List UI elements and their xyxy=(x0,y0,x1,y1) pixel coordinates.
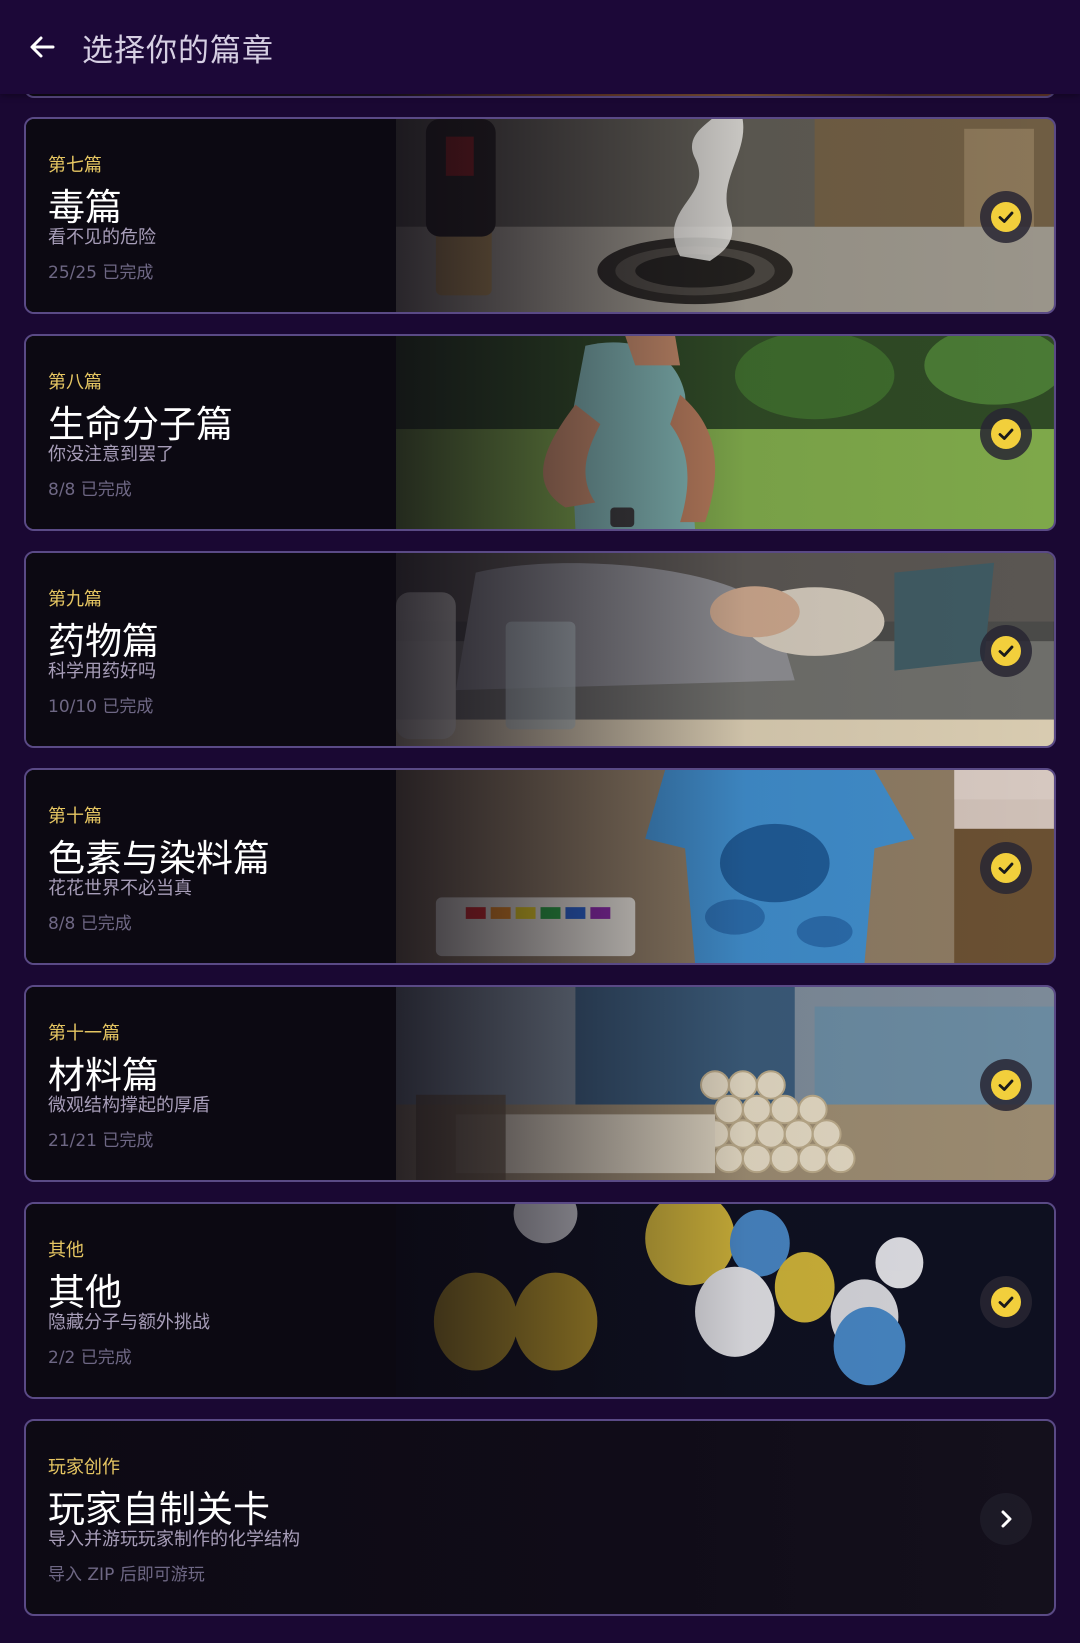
chapter-card-poison[interactable]: 第七篇 毒篇 看不见的危险 25/25 已完成 xyxy=(24,117,1056,314)
chapter-number: 第七篇 xyxy=(48,155,102,176)
card-gradient xyxy=(26,553,1054,746)
chapter-card-other[interactable]: 其他 其他 隐藏分子与额外挑战 2/2 已完成 xyxy=(24,1202,1056,1399)
completed-badge xyxy=(980,625,1032,677)
chapter-progress: 8/8 已完成 xyxy=(48,914,132,934)
chapter-progress: 21/21 已完成 xyxy=(48,1131,154,1151)
chapter-progress: 2/2 已完成 xyxy=(48,1348,132,1368)
open-chevron[interactable] xyxy=(980,1493,1032,1545)
top-app-bar: 选择你的篇章 xyxy=(0,0,1080,94)
chevron-right-icon xyxy=(1001,1510,1012,1528)
completed-badge xyxy=(980,1276,1032,1328)
chapter-number: 第九篇 xyxy=(48,589,102,610)
chapter-subtitle: 科学用药好吗 xyxy=(48,661,156,682)
chapter-list: 第七篇 毒篇 看不见的危险 25/25 已完成 第八篇 生命分子篇 你没注意到罢… xyxy=(0,0,1080,1643)
chapter-number: 玩家创作 xyxy=(48,1457,120,1478)
completed-badge xyxy=(980,1059,1032,1111)
card-gradient xyxy=(26,987,1054,1180)
arrow-left-icon xyxy=(30,36,55,58)
chapter-subtitle: 看不见的危险 xyxy=(48,227,156,248)
chapter-card-biomolecules[interactable]: 第八篇 生命分子篇 你没注意到罢了 8/8 已完成 xyxy=(24,334,1056,531)
card-gradient xyxy=(26,1204,1054,1397)
chapter-progress: 导入 ZIP 后即可游玩 xyxy=(48,1565,205,1585)
chapter-progress: 10/10 已完成 xyxy=(48,697,154,717)
chapter-card-materials[interactable]: 第十一篇 材料篇 微观结构撑起的厚盾 21/21 已完成 xyxy=(24,985,1056,1182)
chapter-card-dyes[interactable]: 第十篇 色素与染料篇 花花世界不必当真 8/8 已完成 xyxy=(24,768,1056,965)
check-icon xyxy=(991,853,1021,883)
chapter-subtitle: 导入并游玩玩家制作的化学结构 xyxy=(48,1529,300,1550)
completed-badge xyxy=(980,408,1032,460)
check-icon xyxy=(991,636,1021,666)
back-button[interactable] xyxy=(20,25,64,69)
chapter-number: 第八篇 xyxy=(48,372,102,393)
card-gradient xyxy=(26,119,1054,312)
chapter-card-medicine[interactable]: 第九篇 药物篇 科学用药好吗 10/10 已完成 xyxy=(24,551,1056,748)
chapter-subtitle: 微观结构撑起的厚盾 xyxy=(48,1095,210,1116)
page-title: 选择你的篇章 xyxy=(82,32,274,69)
check-icon xyxy=(991,202,1021,232)
chapter-progress: 8/8 已完成 xyxy=(48,480,132,500)
completed-badge xyxy=(980,191,1032,243)
chapter-subtitle: 花花世界不必当真 xyxy=(48,878,192,899)
completed-badge xyxy=(980,842,1032,894)
check-icon xyxy=(991,1287,1021,1317)
chapter-number: 第十一篇 xyxy=(48,1023,120,1044)
check-icon xyxy=(991,1070,1021,1100)
chapter-number: 其他 xyxy=(48,1240,84,1261)
chapter-progress: 25/25 已完成 xyxy=(48,263,154,283)
chapter-subtitle: 隐藏分子与额外挑战 xyxy=(48,1312,210,1333)
check-icon xyxy=(991,419,1021,449)
chapter-subtitle: 你没注意到罢了 xyxy=(48,444,174,465)
chapter-number: 第十篇 xyxy=(48,806,102,827)
chapter-card-player-levels[interactable]: 玩家创作 玩家自制关卡 导入并游玩玩家制作的化学结构 导入 ZIP 后即可游玩 xyxy=(24,1419,1056,1616)
